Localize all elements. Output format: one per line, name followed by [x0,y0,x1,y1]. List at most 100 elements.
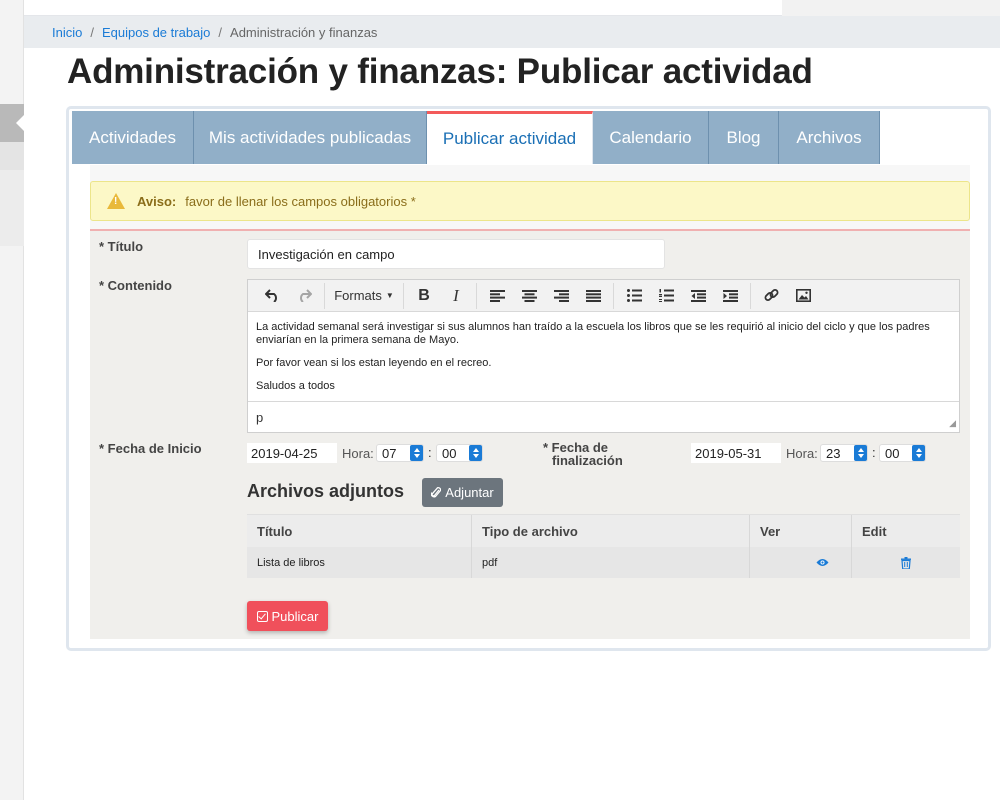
toolbar-group-style: B I [404,282,477,309]
editor-toolbar: Formats ▼ B I [248,280,959,312]
formats-label: Formats [334,288,382,303]
breadcrumb-equipos-de-trabajo[interactable]: Equipos de trabajo [102,25,210,40]
column-header-tipo: Tipo de archivo [472,515,750,547]
start-date-input[interactable]: 2019-04-25 [247,443,337,463]
start-minute-select[interactable]: 00 [436,444,483,462]
column-header-ver: Ver [750,515,852,547]
top-bar [24,0,1000,16]
time-separator: : [428,445,432,460]
spinner-icon [912,445,925,461]
editor-content[interactable]: La actividad semanal será investigar si … [248,312,959,402]
main-card: Actividades Mis actividades publicadas P… [66,106,991,651]
align-justify-icon[interactable] [577,283,609,309]
paperclip-icon [431,486,442,499]
content-paragraph: Saludos a todos [256,380,335,392]
breadcrumb-separator: / [90,24,94,40]
top-bar-right [782,0,1000,16]
tab-blog[interactable]: Blog [709,111,779,164]
tab-bar: Actividades Mis actividades publicadas P… [72,111,880,164]
title-input[interactable]: Investigación en campo [247,239,665,269]
cell-type: pdf [472,547,750,578]
end-hour-value: 23 [826,445,841,461]
breadcrumb-current: Administración y finanzas [230,24,378,40]
toolbar-group-lists [614,282,751,309]
sidebar-item[interactable] [0,142,24,170]
tab-publicar-actividad[interactable]: Publicar actividad [427,111,593,164]
warning-triangle-icon: ! [107,193,125,209]
publish-button[interactable]: Publicar [247,601,328,631]
align-right-icon[interactable] [545,283,577,309]
cell-edit [852,547,960,578]
activity-form: * Título Investigación en campo * Conten… [90,229,970,639]
bullet-list-icon[interactable] [618,283,650,309]
italic-button[interactable]: I [440,283,472,309]
editor-statusbar: p ◢ [248,401,959,432]
collapse-arrow-icon[interactable] [16,114,25,132]
align-left-icon[interactable] [481,283,513,309]
tab-mis-actividades-publicadas[interactable]: Mis actividades publicadas [194,111,427,164]
redo-icon[interactable] [288,283,320,309]
link-icon[interactable] [755,283,787,309]
numbered-list-icon[interactable] [650,283,682,309]
start-hour-select[interactable]: 07 [376,444,424,462]
image-icon[interactable] [787,283,819,309]
end-minute-value: 00 [885,445,900,461]
attach-button-label: Adjuntar [445,485,494,500]
page-title: Administración y finanzas: Publicar acti… [67,52,813,91]
start-hour-value: 07 [382,445,397,461]
sidebar-item[interactable] [0,170,24,246]
content-paragraph: Por favor vean si los estan leyendo en e… [256,357,492,369]
publish-button-label: Publicar [271,608,319,624]
end-hour-label: Hora: [786,446,818,461]
start-hour-label: Hora: [342,446,374,461]
toolbar-group-formats: Formats ▼ [325,282,404,309]
breadcrumb: Inicio / Equipos de trabajo / Administra… [24,16,1000,48]
end-minute-select[interactable]: 00 [879,444,926,462]
tab-calendario[interactable]: Calendario [593,111,709,164]
time-separator: : [872,445,876,460]
align-center-icon[interactable] [513,283,545,309]
toolbar-group-align [477,282,614,309]
resize-grip-icon[interactable]: ◢ [949,418,956,429]
attach-button[interactable]: Adjuntar [422,478,503,507]
toolbar-group-insert [751,283,823,309]
toolbar-group-history [252,282,325,309]
breadcrumb-separator: / [218,24,223,40]
caret-down-icon: ▼ [385,291,394,300]
content-paragraph: La actividad semanal será investigar si … [256,321,930,346]
attachments-table: Título Tipo de archivo Ver Edit Lista de… [247,514,960,578]
spinner-icon [410,445,423,461]
cell-view [750,547,852,578]
check-square-icon [256,610,268,622]
start-date-label: * Fecha de Inicio [99,441,202,456]
undo-icon[interactable] [256,283,288,309]
outdent-icon[interactable] [682,283,714,309]
element-path[interactable]: p [256,410,263,425]
title-label: * Título [99,239,144,254]
trash-icon[interactable] [901,556,911,569]
breadcrumb-inicio[interactable]: Inicio [52,25,82,40]
cell-title: Lista de libros [247,547,472,578]
tab-panel: ! Aviso: favor de llenar los campos obli… [90,165,970,639]
end-hour-select[interactable]: 23 [820,444,868,462]
spinner-icon [469,445,482,461]
table-header: Título Tipo de archivo Ver Edit [247,514,960,547]
spinner-icon [854,445,867,461]
tab-archivos[interactable]: Archivos [779,111,880,164]
start-minute-value: 00 [442,445,457,461]
end-date-input[interactable]: 2019-05-31 [691,443,781,463]
formats-dropdown[interactable]: Formats ▼ [329,283,399,309]
tab-actividades[interactable]: Actividades [72,111,194,164]
bold-button[interactable]: B [408,283,440,309]
end-date-label: * Fecha de finalización [543,441,623,467]
table-row: Lista de libros pdf [247,547,960,578]
content-label: * Contenido [99,278,172,293]
column-header-titulo: Título [247,515,472,547]
warning-message: favor de llenar los campos obligatorios … [185,193,416,209]
indent-icon[interactable] [714,283,746,309]
eye-icon[interactable] [816,558,829,567]
end-date-label-line: finalización [552,453,623,468]
attachments-title: Archivos adjuntos [247,481,405,501]
warning-alert: ! Aviso: favor de llenar los campos obli… [90,181,970,221]
rich-text-editor: Formats ▼ B I La actividad semanal será … [247,279,960,433]
